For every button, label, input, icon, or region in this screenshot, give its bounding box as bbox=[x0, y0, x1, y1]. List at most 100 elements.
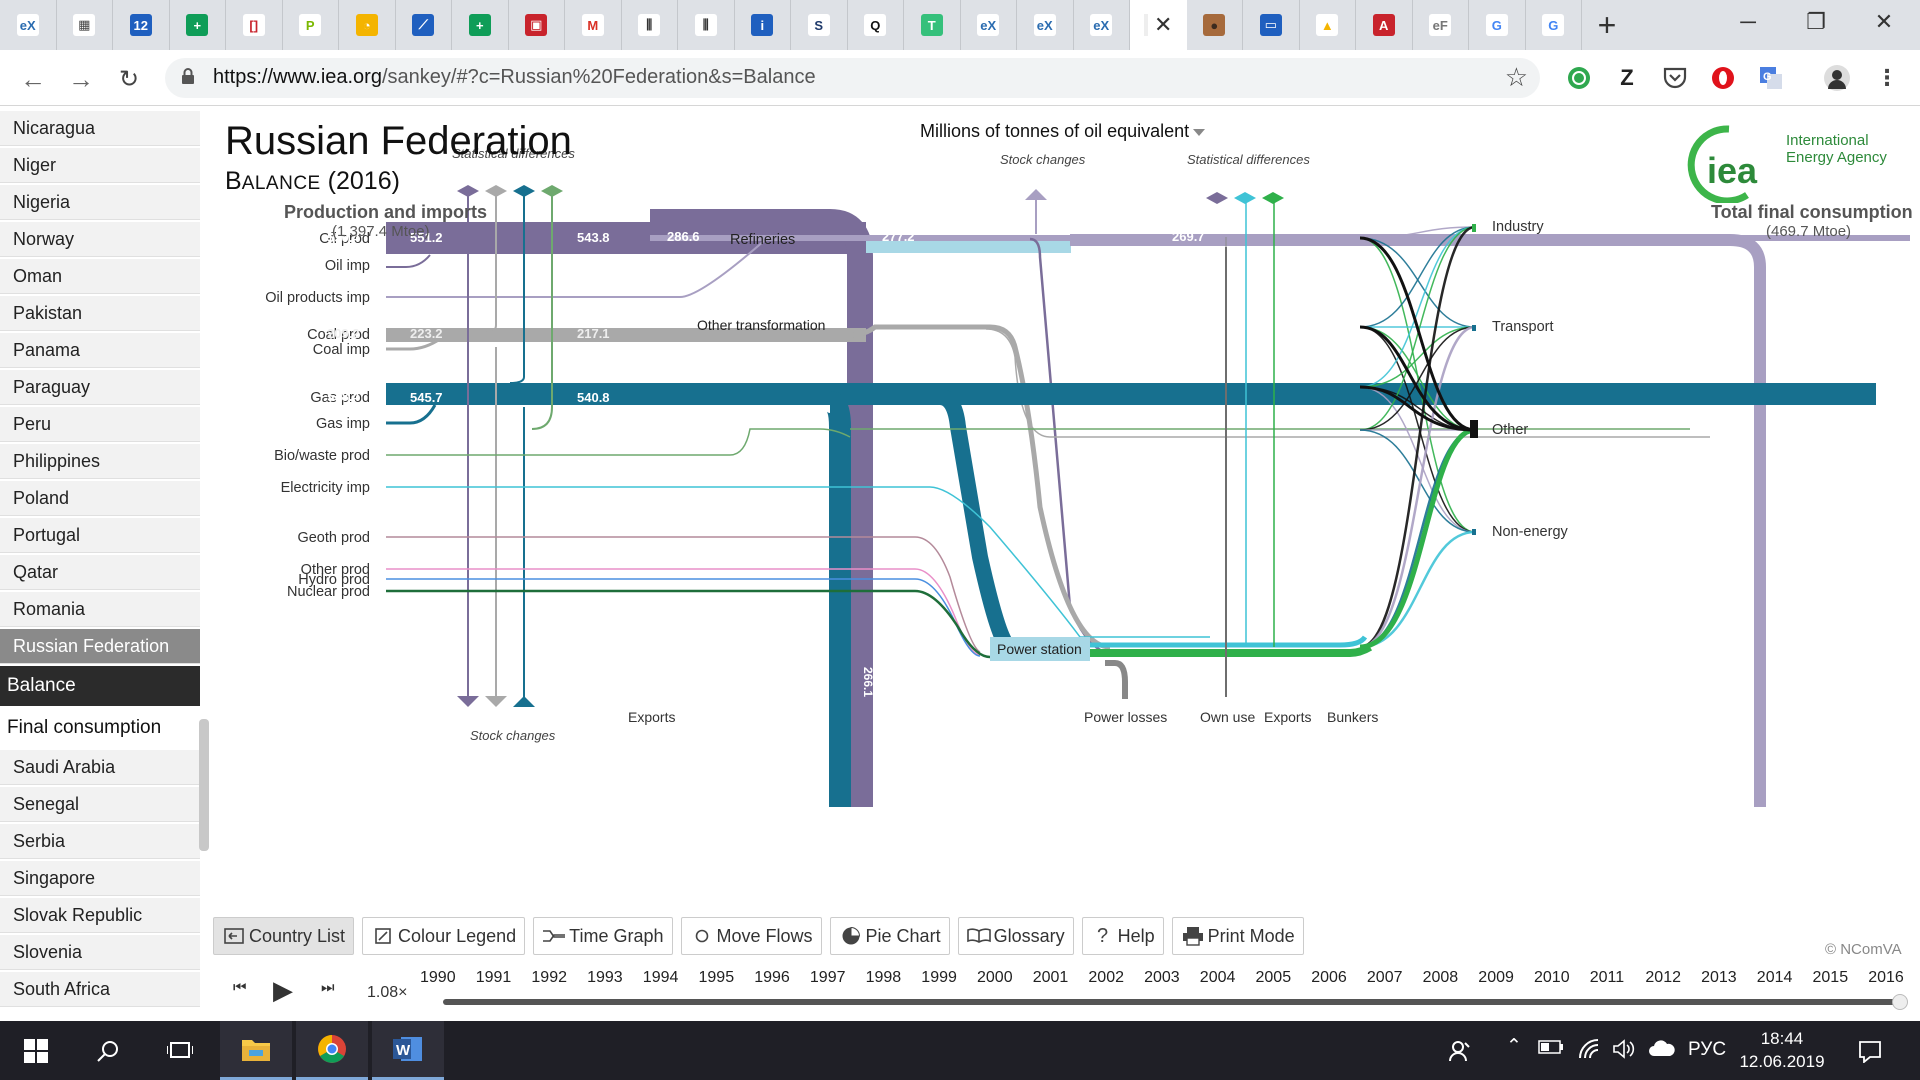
country-list-item[interactable]: Poland bbox=[0, 481, 200, 516]
restore-button[interactable]: ❐ bbox=[1782, 0, 1850, 44]
timeline-year-label[interactable]: 1996 bbox=[754, 969, 790, 987]
pie-chart-button[interactable]: Pie Chart bbox=[829, 917, 950, 955]
skip-forward-icon[interactable]: ⏭ bbox=[321, 979, 335, 996]
country-list-item[interactable]: Singapore bbox=[0, 861, 200, 896]
task-view-icon[interactable] bbox=[144, 1021, 216, 1080]
input-language[interactable]: РУС bbox=[1688, 1039, 1726, 1061]
browser-tab[interactable]: ▣ bbox=[509, 0, 565, 50]
browser-tab[interactable]: ● bbox=[1187, 0, 1243, 50]
timeline-year-label[interactable]: 2001 bbox=[1033, 969, 1069, 987]
browser-tab[interactable]: T bbox=[904, 0, 961, 50]
timeline-year-label[interactable]: 1997 bbox=[810, 969, 846, 987]
wifi-icon[interactable] bbox=[1578, 1039, 1602, 1065]
browser-tab[interactable]: G bbox=[1526, 0, 1582, 50]
volume-icon[interactable] bbox=[1612, 1039, 1636, 1065]
timeline-year-label[interactable]: 2005 bbox=[1256, 969, 1292, 987]
country-list-item[interactable]: Oman bbox=[0, 259, 200, 294]
timeline-year-label[interactable]: 2010 bbox=[1534, 969, 1570, 987]
browser-tab[interactable]: eX bbox=[0, 0, 57, 50]
country-list-item[interactable]: Panama bbox=[0, 333, 200, 368]
browser-tab[interactable]: M bbox=[565, 0, 622, 50]
timeline-year-label[interactable]: 2004 bbox=[1200, 969, 1236, 987]
close-window-button[interactable]: ✕ bbox=[1850, 0, 1918, 44]
battery-icon[interactable] bbox=[1538, 1039, 1564, 1061]
country-submenu-item[interactable]: Balance bbox=[0, 666, 200, 706]
people-icon[interactable] bbox=[1448, 1039, 1472, 1069]
system-clock[interactable]: 18:44 12.06.2019 bbox=[1722, 1027, 1842, 1073]
country-list-item[interactable]: Qatar bbox=[0, 555, 200, 590]
browser-tab[interactable]: + bbox=[452, 0, 509, 50]
country-list-item[interactable]: Philippines bbox=[0, 444, 200, 479]
browser-tab[interactable]: ▦ bbox=[57, 0, 113, 50]
profile-avatar-icon[interactable] bbox=[1822, 63, 1852, 93]
browser-tab[interactable]: ◔ bbox=[339, 0, 396, 50]
country-list-item[interactable]: Portugal bbox=[0, 518, 200, 553]
country-list-item[interactable]: Peru bbox=[0, 407, 200, 442]
skip-back-icon[interactable]: ⏮ bbox=[233, 979, 247, 996]
timeline-year-label[interactable]: 2016 bbox=[1868, 969, 1904, 987]
country-list-item[interactable]: Pakistan bbox=[0, 296, 200, 331]
timeline-year-label[interactable]: 1993 bbox=[587, 969, 623, 987]
opera-icon[interactable] bbox=[1708, 63, 1738, 93]
browser-tab[interactable]: S bbox=[791, 0, 848, 50]
timeline-year-label[interactable]: 2011 bbox=[1590, 969, 1624, 987]
country-list-item[interactable]: Nigeria bbox=[0, 185, 200, 220]
zotero-icon[interactable]: Z bbox=[1612, 63, 1642, 93]
iea-logo[interactable]: iea International Energy Agency bbox=[1685, 123, 1920, 209]
timeline-year-label[interactable]: 2000 bbox=[977, 969, 1013, 987]
browser-tab[interactable]: ⫼ bbox=[622, 0, 678, 50]
pocket-icon[interactable] bbox=[1660, 63, 1690, 93]
browser-tab[interactable]: 12 bbox=[113, 0, 170, 50]
country-list-item[interactable]: Paraguay bbox=[0, 370, 200, 405]
country-submenu-item[interactable]: Final consumption bbox=[0, 708, 200, 748]
country-list-item[interactable]: Senegal bbox=[0, 787, 200, 822]
browser-tab[interactable]: eF bbox=[1413, 0, 1469, 50]
timeline-year-label[interactable]: 1998 bbox=[866, 969, 902, 987]
minimize-button[interactable]: ─ bbox=[1714, 0, 1782, 44]
country-list-item[interactable]: Romania bbox=[0, 592, 200, 627]
timeline-year-label[interactable]: 2007 bbox=[1367, 969, 1403, 987]
translate-icon[interactable]: G bbox=[1756, 63, 1786, 93]
back-button[interactable]: ← bbox=[16, 62, 50, 96]
timeline-year-label[interactable]: 2008 bbox=[1423, 969, 1459, 987]
country-list-item[interactable]: Russian Federation bbox=[0, 629, 200, 664]
browser-tab[interactable]: P bbox=[283, 0, 339, 50]
browser-tab[interactable]: i bbox=[735, 0, 791, 50]
country-list-item[interactable]: South Africa bbox=[0, 972, 200, 1007]
glossary-button[interactable]: Glossary bbox=[957, 917, 1074, 955]
timeline-track[interactable] bbox=[443, 999, 1900, 1005]
onedrive-icon[interactable] bbox=[1648, 1039, 1676, 1063]
browser-tab[interactable]: + bbox=[170, 0, 226, 50]
timeline-year-label[interactable]: 1994 bbox=[643, 969, 679, 987]
browser-tab[interactable]: ⟋ bbox=[396, 0, 452, 50]
play-icon[interactable]: ▶ bbox=[273, 975, 293, 1006]
extension-green-icon[interactable] bbox=[1564, 63, 1594, 93]
time-graph-button[interactable]: Time Graph bbox=[533, 917, 673, 955]
move-flows-button[interactable]: Move Flows bbox=[680, 917, 822, 955]
country-list-item[interactable]: Saudi Arabia bbox=[0, 750, 200, 785]
timeline-year-label[interactable]: 2013 bbox=[1701, 969, 1737, 987]
file-explorer-icon[interactable] bbox=[220, 1021, 292, 1080]
browser-tab[interactable]: ▭ bbox=[1243, 0, 1300, 50]
close-tab-icon[interactable]: ✕ bbox=[1154, 12, 1172, 38]
browser-tab[interactable]: G bbox=[1469, 0, 1526, 50]
timeline-year-label[interactable]: 2015 bbox=[1813, 969, 1849, 987]
timeline-year-label[interactable]: 2006 bbox=[1311, 969, 1347, 987]
browser-tab[interactable]: eX bbox=[1074, 0, 1130, 50]
browser-tab[interactable]: Q bbox=[848, 0, 904, 50]
chrome-icon[interactable] bbox=[296, 1021, 368, 1080]
browser-tab[interactable]: eX bbox=[961, 0, 1017, 50]
browser-tab[interactable]: A bbox=[1356, 0, 1413, 50]
colour-legend-button[interactable]: Colour Legend bbox=[362, 917, 526, 955]
browser-tab[interactable]: ▲ bbox=[1300, 0, 1356, 50]
timeline-year-label[interactable]: 1995 bbox=[699, 969, 735, 987]
active-tab[interactable]: ✕ bbox=[1130, 0, 1187, 50]
windows-start-icon[interactable] bbox=[0, 1021, 72, 1080]
timeline-year-label[interactable]: 2003 bbox=[1144, 969, 1180, 987]
menu-kebab-icon[interactable]: ⋮ bbox=[1872, 63, 1902, 93]
country-list-item[interactable]: Nicaragua bbox=[0, 111, 200, 146]
search-icon[interactable] bbox=[72, 1021, 144, 1080]
print-mode-button[interactable]: Print Mode bbox=[1171, 917, 1304, 955]
country-list-item[interactable]: Slovak Republic bbox=[0, 898, 200, 933]
country-list-item[interactable]: Serbia bbox=[0, 824, 200, 859]
